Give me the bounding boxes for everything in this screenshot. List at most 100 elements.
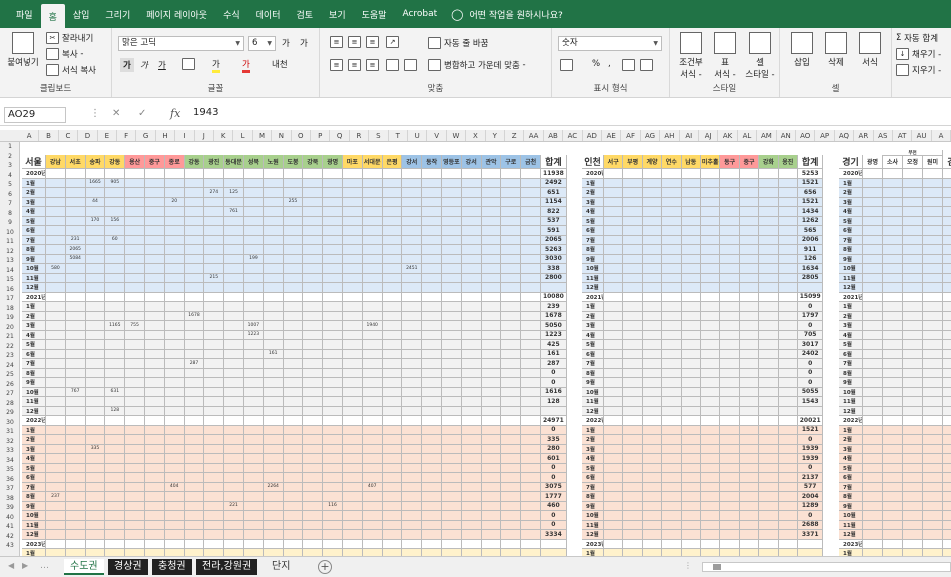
- grid-cell[interactable]: [283, 349, 304, 359]
- grid-cell[interactable]: [343, 549, 363, 556]
- next-sheet-icon[interactable]: ▶: [22, 561, 28, 570]
- grid-cell[interactable]: [681, 254, 701, 264]
- grid-cell[interactable]: [382, 216, 403, 226]
- grid-cell[interactable]: [422, 321, 442, 331]
- grid-cell[interactable]: [720, 197, 740, 207]
- total-cell[interactable]: 2004: [798, 492, 824, 502]
- grid-cell[interactable]: [263, 188, 284, 198]
- grid-cell[interactable]: [501, 530, 522, 540]
- grid-cell[interactable]: [461, 511, 482, 521]
- grid-cell[interactable]: [382, 454, 403, 464]
- grid-cell[interactable]: [164, 264, 185, 274]
- grid-cell[interactable]: [382, 349, 403, 359]
- prev-sheet-icon[interactable]: ◀: [8, 561, 14, 570]
- grid-cell[interactable]: [85, 368, 106, 378]
- grid-cell[interactable]: [323, 378, 343, 388]
- total-cell[interactable]: 0: [541, 473, 567, 483]
- grid-cell[interactable]: [362, 349, 383, 359]
- grid-cell[interactable]: [362, 197, 383, 207]
- grid-cell[interactable]: [481, 283, 502, 293]
- grid-cell[interactable]: [263, 425, 284, 435]
- grid-cell[interactable]: [883, 311, 903, 321]
- font-color-button[interactable]: 가: [242, 58, 250, 73]
- grid-cell[interactable]: [759, 292, 779, 302]
- grid-cell[interactable]: [145, 235, 165, 245]
- grid-cell[interactable]: [85, 340, 106, 350]
- grid-cell[interactable]: [681, 330, 701, 340]
- grid-cell[interactable]: [923, 482, 943, 492]
- total-cell[interactable]: [943, 435, 951, 445]
- grid-cell[interactable]: [903, 425, 923, 435]
- grid-cell[interactable]: [701, 349, 721, 359]
- grid-cell[interactable]: [701, 330, 721, 340]
- grid-cell[interactable]: [303, 387, 324, 397]
- grid-cell[interactable]: [323, 283, 343, 293]
- grid-cell[interactable]: [701, 359, 721, 369]
- grid-cell[interactable]: [184, 216, 205, 226]
- grid-cell[interactable]: [343, 197, 363, 207]
- grid-cell[interactable]: [623, 473, 643, 483]
- grid-cell[interactable]: [442, 359, 462, 369]
- grid-cell[interactable]: 767: [65, 387, 86, 397]
- grid-cell[interactable]: [521, 406, 541, 416]
- grid-cell[interactable]: [701, 397, 721, 407]
- grid-cell[interactable]: 5084: [65, 254, 86, 264]
- grid-cell[interactable]: [883, 539, 903, 549]
- worksheet-grid[interactable]: 서울 강남 서초 송파 강동 용산 중구 종로 강동 광진 동대문 성북 노원 도봉 강북 광명 마포 서대문 은평…: [20, 142, 951, 556]
- month-label[interactable]: 11월: [839, 397, 863, 407]
- grid-cell[interactable]: [681, 473, 701, 483]
- grid-cell[interactable]: [323, 435, 343, 445]
- grid-cell[interactable]: [303, 416, 324, 426]
- grid-cell[interactable]: [303, 378, 324, 388]
- grid-cell[interactable]: [863, 473, 883, 483]
- grid-cell[interactable]: [863, 549, 883, 556]
- seoul-header[interactable]: 합계: [541, 155, 567, 169]
- grid-cell[interactable]: 221: [224, 501, 244, 511]
- total-cell[interactable]: 1678: [541, 311, 567, 321]
- total-cell[interactable]: [943, 197, 951, 207]
- grid-cell[interactable]: [662, 283, 682, 293]
- row-header[interactable]: 32: [0, 437, 19, 447]
- format-painter-button[interactable]: 서식 복사: [46, 64, 96, 76]
- seoul-header[interactable]: 금천: [521, 155, 541, 169]
- grid-cell[interactable]: [759, 264, 779, 274]
- grid-cell[interactable]: [883, 178, 903, 188]
- grid-cell[interactable]: [701, 511, 721, 521]
- grid-cell[interactable]: [382, 330, 403, 340]
- month-label[interactable]: 7월: [582, 359, 604, 369]
- grid-cell[interactable]: [323, 311, 343, 321]
- grid-cell[interactable]: [125, 368, 145, 378]
- month-label[interactable]: 7월: [582, 482, 604, 492]
- grid-cell[interactable]: [362, 302, 383, 312]
- row-header[interactable]: 21: [0, 332, 19, 342]
- grid-cell[interactable]: [863, 349, 883, 359]
- seoul-header[interactable]: 강북: [303, 155, 324, 169]
- grid-cell[interactable]: 199: [244, 254, 264, 264]
- grid-cell[interactable]: [739, 549, 760, 556]
- grid-cell[interactable]: [422, 368, 442, 378]
- grid-cell[interactable]: [863, 207, 883, 217]
- grid-cell[interactable]: [642, 539, 663, 549]
- grid-cell[interactable]: [778, 368, 798, 378]
- grid-cell[interactable]: [662, 302, 682, 312]
- month-label[interactable]: 7월: [839, 235, 863, 245]
- grid-cell[interactable]: [604, 283, 624, 293]
- grid-cell[interactable]: [46, 340, 66, 350]
- grid-cell[interactable]: [283, 330, 304, 340]
- grid-cell[interactable]: [244, 188, 264, 198]
- grid-cell[interactable]: [739, 283, 760, 293]
- grid-cell[interactable]: [204, 311, 225, 321]
- grid-cell[interactable]: [105, 197, 126, 207]
- month-label[interactable]: 4월: [582, 454, 604, 464]
- grid-cell[interactable]: [662, 254, 682, 264]
- seoul-header[interactable]: 동대문: [224, 155, 244, 169]
- grid-cell[interactable]: [642, 226, 663, 236]
- grid-cell[interactable]: [343, 368, 363, 378]
- grid-cell[interactable]: [105, 283, 126, 293]
- grid-cell[interactable]: [145, 492, 165, 502]
- grid-cell[interactable]: [263, 245, 284, 255]
- total-cell[interactable]: [943, 330, 951, 340]
- grid-cell[interactable]: [863, 530, 883, 540]
- column-header[interactable]: AR: [854, 130, 874, 141]
- grid-cell[interactable]: [145, 216, 165, 226]
